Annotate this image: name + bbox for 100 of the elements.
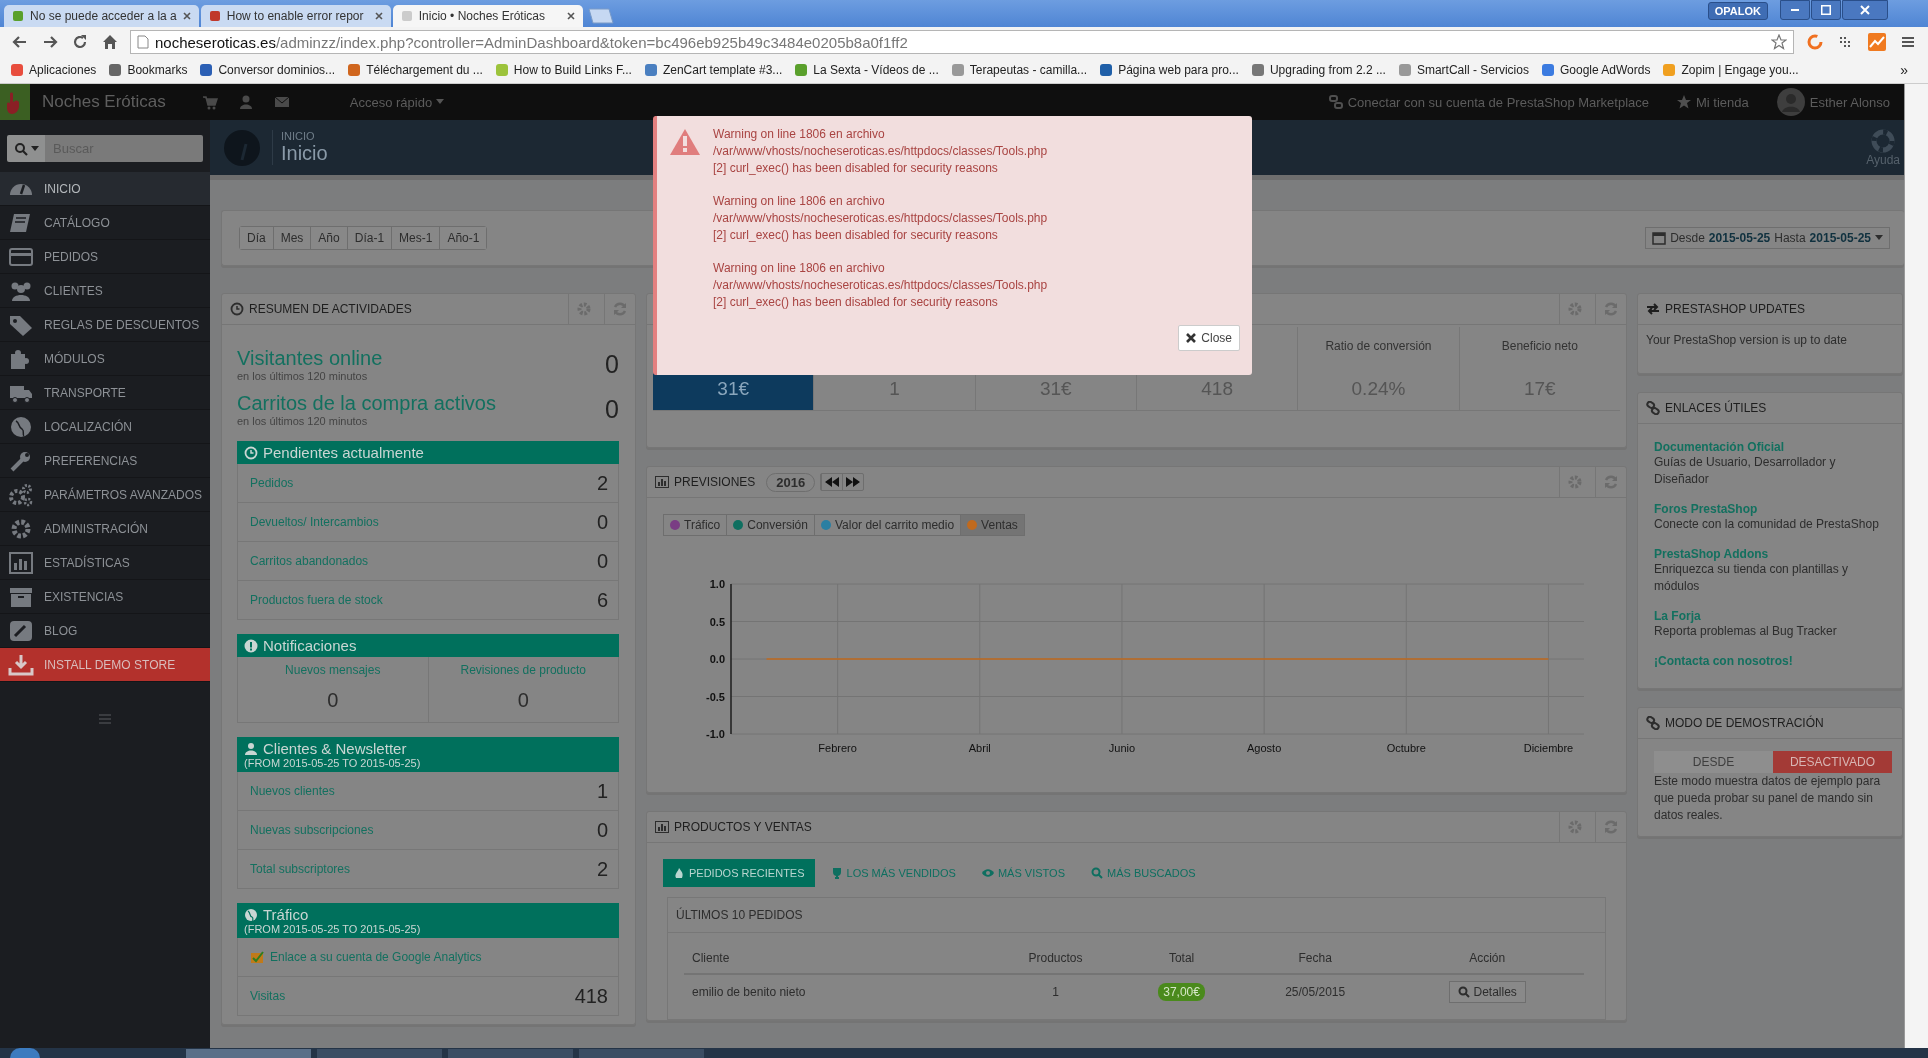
axis-label: -1.0	[706, 728, 725, 740]
close-icon[interactable]	[374, 12, 383, 20]
page-icon	[137, 35, 149, 49]
clock-icon	[230, 302, 244, 316]
address-bar[interactable]: nocheseroticas.es/adminzz/index.php?controller=AdminDashboard&token=bc496eb925b49c3484e0205b8a0f1ff2	[130, 30, 1794, 54]
envelope-icon[interactable]	[273, 94, 290, 110]
sidebar-item[interactable]: PEDIDOS	[0, 240, 210, 274]
link-description: Guías de Usuario, Desarrollador y Diseñador	[1654, 454, 1837, 488]
refresh-icon	[612, 301, 628, 317]
search-icon	[1091, 867, 1103, 879]
legend-toggle[interactable]: Ventas	[960, 515, 1024, 535]
forward-icon[interactable]	[42, 34, 58, 50]
start-button[interactable]	[10, 1048, 40, 1058]
date-range-picker[interactable]: Desde 2015-05-25 Hasta 2015-05-25	[1645, 227, 1890, 249]
menu-icon[interactable]	[1900, 34, 1916, 50]
site-icon	[1540, 63, 1555, 77]
help-button[interactable]: Ayuda	[1866, 128, 1900, 167]
column-header: Acción	[1390, 943, 1584, 974]
sidebar-item[interactable]: REGLAS DE DESCUENTOS	[0, 308, 210, 342]
sidebar-item[interactable]: MÓDULOS	[0, 342, 210, 376]
site-icon	[794, 63, 809, 77]
close-button[interactable]: Close	[1178, 325, 1240, 351]
products-tab[interactable]: PEDIDOS RECIENTES	[663, 859, 815, 887]
reload-icon[interactable]	[72, 34, 88, 50]
legend-toggle[interactable]: Conversión	[726, 515, 814, 535]
taskbar-window-button[interactable]	[448, 1048, 573, 1058]
bookmark[interactable]: Bookmarks	[104, 63, 192, 77]
maximize-icon	[1821, 5, 1831, 15]
bookmark[interactable]: Página web para pro...	[1095, 63, 1243, 77]
sidebar-item[interactable]: ESTADÍSTICAS	[0, 546, 210, 580]
sidebar-item[interactable]: CLIENTES	[0, 274, 210, 308]
sidebar-item[interactable]: LOCALIZACIÓN	[0, 410, 210, 444]
bookmark[interactable]: SmartCall - Servicios	[1393, 63, 1533, 77]
globe-icon	[244, 907, 258, 922]
employee-menu[interactable]: Esther Alonso	[1776, 88, 1890, 116]
back-icon[interactable]	[12, 34, 28, 50]
bookmark[interactable]: Zopim | Engage you...	[1658, 63, 1803, 77]
taskbar-window-button[interactable]	[317, 1048, 442, 1058]
toggle-option[interactable]: DESDE	[1654, 751, 1773, 773]
caret-icon	[436, 99, 445, 105]
bookmark[interactable]: How to Build Links F...	[490, 63, 636, 77]
sidebar-item[interactable]: INICIO	[0, 172, 210, 206]
taskbar-window-button[interactable]	[579, 1048, 704, 1058]
warning-message: Warning on line 1806 en archivo /var/www/vhosts/nocheseroticas.es/httpdocs/classes/Tools.php [2] curl_exec() has been disabled for security reasons	[713, 126, 1049, 177]
sidebar-item[interactable]: PARÁMETROS AVANZADOS	[0, 478, 210, 512]
refresh-icon	[1603, 301, 1619, 317]
close-button[interactable]	[1842, 0, 1888, 20]
bookmark[interactable]: Téléchargement du ...	[343, 63, 487, 77]
quick-access-menu[interactable]: Acceso rápido	[349, 94, 445, 110]
cart-icon[interactable]	[201, 94, 218, 110]
kpi-label: Beneficio neto	[1501, 339, 1578, 353]
bookmark[interactable]: La Sexta - Vídeos de ...	[790, 63, 943, 77]
home-icon[interactable]	[102, 34, 118, 50]
taskbar-window-button[interactable]	[186, 1048, 311, 1058]
bookmark[interactable]: Upgrading from 2.2 ...	[1246, 63, 1390, 77]
maximize-button[interactable]	[1811, 0, 1841, 20]
sidebar-item[interactable]: ADMINISTRACIÓN	[0, 512, 210, 546]
kpi-label: Ratio de conversión	[1325, 339, 1432, 353]
marketplace-link[interactable]: Conectar con su cuenta de PrestaShop Marketplace	[1328, 94, 1650, 110]
panel-title: ENLACES ÚTILES	[1665, 401, 1767, 415]
sidebar-item[interactable]: TRANSPORTE	[0, 376, 210, 410]
collapse-menu-icon[interactable]	[99, 714, 111, 724]
axis-label: Agosto	[1247, 742, 1282, 754]
browser-tab[interactable]: No se puede acceder a la a	[4, 5, 199, 27]
my-shop-link[interactable]: Mi tienda	[1677, 94, 1749, 110]
gear-icon	[1567, 474, 1583, 490]
link-description: Enriquezca su tienda con plantillas y módulos	[1654, 561, 1850, 595]
date-preset-button[interactable]: Año-1	[439, 227, 487, 249]
panel-title: RESUMEN DE ACTIVIDADES	[249, 302, 412, 316]
total-badge: 37,00€	[1158, 983, 1205, 1001]
bookmark[interactable]: Conversor dominios...	[195, 63, 340, 77]
ring-icon[interactable]	[1806, 33, 1824, 51]
search-menu-button[interactable]	[7, 135, 45, 162]
shop-name[interactable]: Noches Eróticas	[42, 92, 166, 112]
close-icon[interactable]	[566, 12, 575, 20]
details-button[interactable]: Detalles	[1448, 981, 1526, 1003]
site-icon	[1099, 63, 1114, 77]
trend-icon[interactable]	[1868, 33, 1886, 51]
minimize-button[interactable]	[1780, 0, 1810, 20]
close-icon[interactable]	[182, 12, 191, 20]
user-icon[interactable]	[237, 94, 254, 110]
sidebar-item[interactable]: EXISTENCIAS	[0, 580, 210, 614]
star-icon[interactable]	[1771, 34, 1787, 50]
sidebar-item[interactable]: INSTALL DEMO STORE	[0, 648, 210, 682]
breadcrumb[interactable]: INICIO	[281, 130, 328, 142]
sidebar-item[interactable]: PREFERENCIAS	[0, 444, 210, 478]
profile-button[interactable]: OPALOK	[1707, 2, 1768, 20]
browser-tab[interactable]: How to enable error repor	[200, 5, 391, 27]
bookmark[interactable]: Aplicaciones	[6, 63, 101, 77]
browser-tab[interactable]: Inicio • Noches Eróticas	[392, 5, 583, 27]
more-bookmarks-button[interactable]: »	[1886, 62, 1922, 78]
chain-link-icon	[1646, 401, 1660, 415]
bookmark[interactable]: Terapeutas - camilla...	[946, 63, 1092, 77]
sidebar-item[interactable]: CATÁLOGO	[0, 206, 210, 240]
caret-icon	[30, 145, 39, 152]
bookmark[interactable]: Google AdWords	[1536, 63, 1655, 77]
toggle-option[interactable]: DESACTIVADO	[1773, 751, 1892, 773]
minimize-icon	[1791, 9, 1799, 11]
legend-toggle[interactable]: Tráfico	[664, 515, 727, 535]
bookmark[interactable]: ZenCart template #3...	[639, 63, 787, 77]
